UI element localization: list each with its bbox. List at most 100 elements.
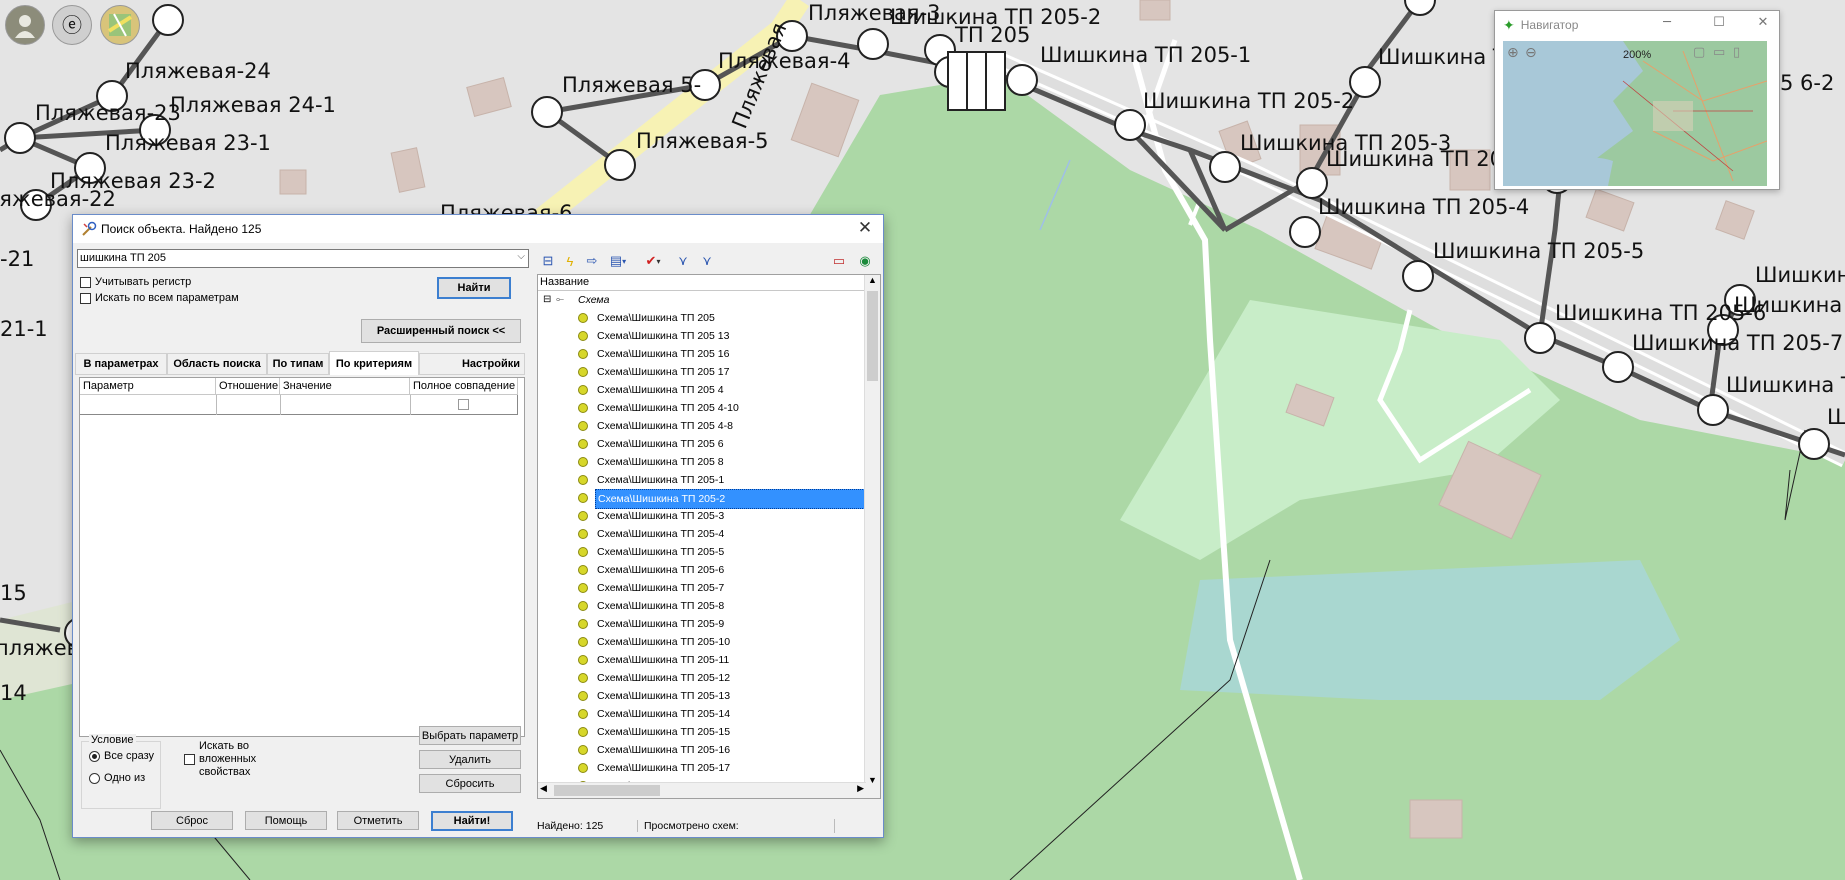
exact-match-checkbox[interactable]: [458, 399, 469, 410]
map-layer-button[interactable]: [100, 5, 140, 45]
list-item-label: Схема\Шишкина ТП 205 16: [597, 348, 730, 360]
list-item[interactable]: Схема\Шишкина ТП 205-13: [538, 687, 866, 705]
list-item[interactable]: Схема\Шишкина ТП 205 4-10: [538, 399, 866, 417]
find-go-button[interactable]: Найти!: [431, 811, 513, 831]
list-item[interactable]: Схема\Шишкина ТП 205-12: [538, 669, 866, 687]
col-relation[interactable]: Отношение: [216, 378, 280, 395]
table-row[interactable]: [80, 395, 518, 415]
e-button[interactable]: ⓔ: [52, 5, 92, 45]
scroll-thumb[interactable]: [867, 291, 878, 381]
col-param[interactable]: Параметр: [80, 378, 216, 395]
navigator-minimap[interactable]: 200% ⊕ ⊖ ▢ ▭ ▯: [1503, 41, 1767, 186]
tab-search-area[interactable]: Область поиска: [167, 353, 267, 375]
list-item[interactable]: Схема\Шишкина ТП 205-3: [538, 507, 866, 525]
mark-button[interactable]: Отметить: [337, 811, 419, 830]
select-param-button[interactable]: Выбрать параметр: [419, 726, 521, 745]
close-icon[interactable]: ✕: [855, 218, 875, 238]
list-item[interactable]: Схема\Шишкина ТП 205 8: [538, 453, 866, 471]
advanced-search-button[interactable]: Расширенный поиск <<: [361, 319, 521, 343]
maximize-icon[interactable]: ☐: [1709, 15, 1729, 30]
list-item[interactable]: Схема\Шишкина ТП 205 4-8: [538, 417, 866, 435]
object-icon: [578, 637, 588, 647]
tab-params[interactable]: В параметрах: [75, 353, 167, 375]
list-item[interactable]: Схема\Шишкина ТП 205-17: [538, 759, 866, 777]
horizontal-scrollbar[interactable]: ◀ ▶: [538, 782, 866, 798]
list-item[interactable]: Схема\Шишкина ТП 205 17: [538, 363, 866, 381]
find-button[interactable]: Найти: [437, 277, 511, 299]
help-button[interactable]: Помощь: [245, 811, 327, 830]
criteria-grid[interactable]: Параметр Отношение Значение Полное совпа…: [79, 377, 525, 737]
hscroll-thumb[interactable]: [554, 785, 660, 796]
filter-add-icon[interactable]: ⋎: [697, 251, 717, 271]
search-input[interactable]: шишкина ТП 205 ⌵: [77, 249, 529, 268]
list-item[interactable]: Схема\Шишкина ТП 205-4: [538, 525, 866, 543]
vertical-scrollbar[interactable]: ▲ ▼: [864, 275, 880, 798]
list-item[interactable]: Схема\Шишкина ТП 205: [538, 309, 866, 327]
list-item[interactable]: Схема\Шишкина ТП 205-16: [538, 741, 866, 759]
lightning-icon[interactable]: ϟ: [561, 251, 579, 271]
delete-button[interactable]: Удалить: [419, 750, 521, 769]
avatar-icon: [15, 15, 35, 38]
frame-icon[interactable]: ▢: [1693, 45, 1705, 60]
list-item[interactable]: Схема\Шишкина ТП 205-9: [538, 615, 866, 633]
all-params-checkbox[interactable]: [80, 293, 91, 304]
list-item[interactable]: Схема\Шишкина ТП 205-15: [538, 723, 866, 741]
navigator-window[interactable]: ✦ Навигатор ─ ☐ ✕ 200% ⊕ ⊖ ▢ ▭ ▯: [1494, 10, 1780, 190]
document-icon[interactable]: ▤ ▾: [607, 251, 629, 271]
col-value[interactable]: Значение: [280, 378, 410, 395]
case-checkbox[interactable]: [80, 277, 91, 288]
tree-header[interactable]: Название: [538, 275, 880, 291]
col-exact[interactable]: Полное совпадение: [410, 378, 518, 395]
tab-criteria[interactable]: По критериям: [329, 351, 419, 375]
frame2-icon[interactable]: ▭: [1713, 45, 1725, 60]
scroll-right-icon[interactable]: ▶: [857, 783, 864, 794]
cond-all-radio[interactable]: [89, 751, 100, 762]
frame3-icon[interactable]: ▯: [1733, 45, 1740, 60]
object-icon: [578, 763, 588, 773]
results-tree[interactable]: Название ⊟ ⟜ Схема Схема\Шишкина ТП 205 С…: [537, 274, 881, 799]
close-icon[interactable]: ✕: [1753, 15, 1773, 30]
scroll-down-icon[interactable]: ▼: [865, 775, 880, 785]
cond-one-radio[interactable]: [89, 773, 100, 784]
map-label: Шишкина ТП 205: [1326, 147, 1516, 171]
window-icon[interactable]: ▭: [829, 251, 849, 271]
object-icon: [578, 529, 588, 539]
expand-icon[interactable]: ⊟: [543, 291, 551, 309]
dialog-titlebar[interactable]: Поиск объекта. Найдено 125 ✕: [73, 215, 883, 243]
filter-icon[interactable]: ⋎: [673, 251, 693, 271]
list-item[interactable]: Схема\Шишкина ТП 205-10: [538, 633, 866, 651]
list-item[interactable]: Схема\Шишкина ТП 205-11: [538, 651, 866, 669]
reset-criteria-button[interactable]: Сбросить: [419, 774, 521, 793]
list-item[interactable]: Схема\Шишкина ТП 205 4: [538, 381, 866, 399]
navigator-titlebar[interactable]: ✦ Навигатор: [1495, 11, 1779, 39]
tree-root[interactable]: ⊟ ⟜ Схема: [538, 291, 866, 309]
list-item[interactable]: Схема\Шишкина ТП 205-1: [538, 471, 866, 489]
object-icon: [578, 583, 588, 593]
reset-button[interactable]: Сброс: [151, 811, 233, 830]
zoom-out-icon[interactable]: ⊖: [1525, 45, 1537, 61]
minimize-icon[interactable]: ─: [1657, 15, 1677, 30]
list-item[interactable]: Схема\Шишкина ТП 205-5: [538, 543, 866, 561]
list-item[interactable]: Схема\Шишкина ТП 205 13: [538, 327, 866, 345]
list-item[interactable]: Схема\Шишкина ТП 205-8: [538, 597, 866, 615]
list-item[interactable]: Схема\Шишкина ТП 205-7: [538, 579, 866, 597]
scroll-up-icon[interactable]: ▲: [865, 275, 880, 289]
list-item[interactable]: Схема\Шишкина ТП 205 16: [538, 345, 866, 363]
checkmark-icon[interactable]: ✔ ▾: [641, 251, 665, 271]
avatar-button[interactable]: [5, 5, 45, 45]
scroll-left-icon[interactable]: ◀: [540, 783, 547, 794]
arrow-right-icon[interactable]: ⇨: [583, 251, 601, 271]
cond-one-label: Одно из: [104, 772, 146, 784]
list-item[interactable]: Схема\Шишкина ТП 205 6: [538, 435, 866, 453]
search-dialog[interactable]: Поиск объекта. Найдено 125 ✕ шишкина ТП …: [72, 214, 884, 838]
zoom-in-icon[interactable]: ⊕: [1507, 45, 1519, 61]
list-item[interactable]: Схема\Шишкина ТП 205-14: [538, 705, 866, 723]
chevron-down-icon[interactable]: ⌵: [517, 251, 525, 262]
settings-icon[interactable]: ◉: [855, 251, 875, 271]
list-item[interactable]: Схема\Шишкина ТП 205-2: [538, 489, 866, 509]
tab-settings[interactable]: Настройки: [419, 353, 525, 375]
tab-types[interactable]: По типам: [267, 353, 329, 375]
list-item[interactable]: Схема\Шишкина ТП 205-6: [538, 561, 866, 579]
nested-checkbox[interactable]: [184, 754, 195, 765]
collapse-icon[interactable]: ⊟: [539, 251, 557, 271]
